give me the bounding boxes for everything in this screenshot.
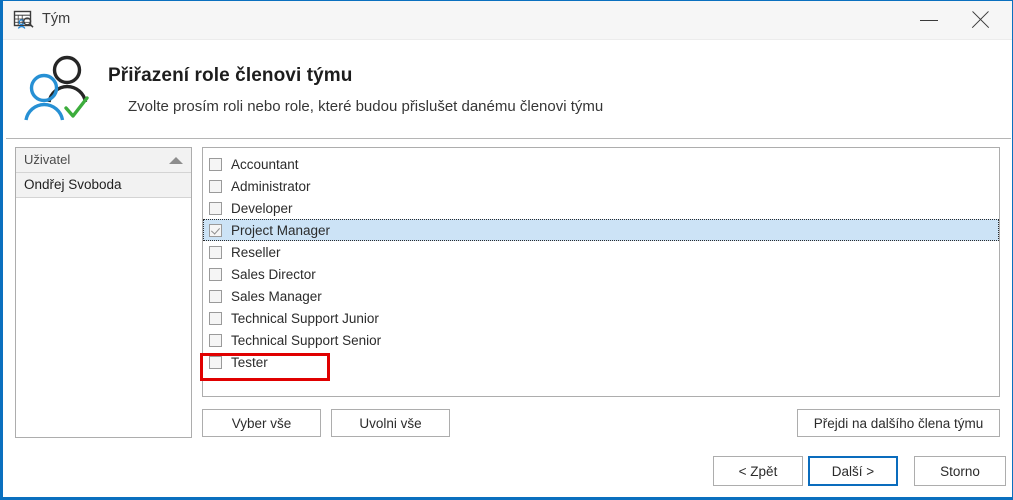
role-label: Reseller [231,244,281,260]
role-row[interactable]: Tester [203,351,999,373]
users-panel: Uživatel Ondřej Svoboda [15,147,192,438]
role-row[interactable]: Reseller [203,241,999,263]
role-label: Developer [231,200,293,216]
role-row[interactable]: Developer [203,197,999,219]
role-checkbox[interactable] [209,179,222,193]
role-label: Technical Support Senior [231,332,382,348]
window-title: Tým [42,11,71,27]
two-users-check-icon [18,50,102,126]
role-row[interactable]: Administrator [203,175,999,197]
next-team-member-button[interactable]: Přejdi na dalšího člena týmu [797,409,1000,437]
role-checkbox-checked[interactable] [209,223,222,237]
role-row[interactable]: Technical Support Junior [203,307,999,329]
role-row[interactable]: Sales Manager [203,285,999,307]
users-list: Ondřej Svoboda [16,173,191,198]
role-checkbox[interactable] [209,157,222,171]
users-column-header[interactable]: Uživatel [16,148,191,173]
role-checkbox[interactable] [209,333,222,347]
role-row[interactable]: Sales Director [203,263,999,285]
deselect-all-button[interactable]: Uvolni vše [331,409,450,437]
page-title: Přiřazení role členovi týmu [108,65,353,86]
team-search-icon [13,9,35,31]
role-checkbox[interactable] [209,355,222,369]
role-row[interactable]: Technical Support Senior [203,329,999,351]
role-checkbox[interactable] [209,267,222,281]
minimize-button[interactable] [906,1,952,39]
role-label: Sales Director [231,266,316,282]
user-row[interactable]: Ondřej Svoboda [16,173,191,198]
users-column-label: Uživatel [24,152,71,167]
role-label: Sales Manager [231,288,322,304]
role-label: Project Manager [231,222,331,238]
role-checkbox[interactable] [209,201,222,215]
title-bar: Tým [3,1,1012,40]
sort-ascending-icon[interactable] [169,157,183,164]
role-checkbox[interactable] [209,311,222,325]
dialog-body: Uživatel Ondřej Svoboda Accountant Admini… [6,139,1011,494]
team-dialog-window: Tým Přiřazení role členovi týmu Zvolte p… [0,0,1013,500]
role-checkbox[interactable] [209,289,222,303]
cancel-button[interactable]: Storno [914,456,1006,486]
role-label: Administrator [231,178,311,194]
page-subtitle: Zvolte prosím roli nebo role, které budo… [128,98,604,115]
role-label: Tester [231,354,268,370]
role-checkbox[interactable] [209,245,222,259]
role-label: Technical Support Junior [231,310,379,326]
role-row[interactable]: Accountant [203,153,999,175]
back-button[interactable]: < Zpět [713,456,803,486]
role-label: Accountant [231,156,299,172]
role-row[interactable]: Project Manager [203,219,999,241]
dialog-header: Přiřazení role členovi týmu Zvolte prosí… [6,40,1011,139]
next-button[interactable]: Další > [808,456,898,486]
roles-list-panel[interactable]: Accountant Administrator Developer Project … [202,147,1000,397]
select-all-button[interactable]: Vyber vše [202,409,321,437]
roles-list: Accountant Administrator Developer Project … [203,153,999,373]
close-button[interactable] [958,1,1004,39]
minimize-icon [920,20,938,21]
